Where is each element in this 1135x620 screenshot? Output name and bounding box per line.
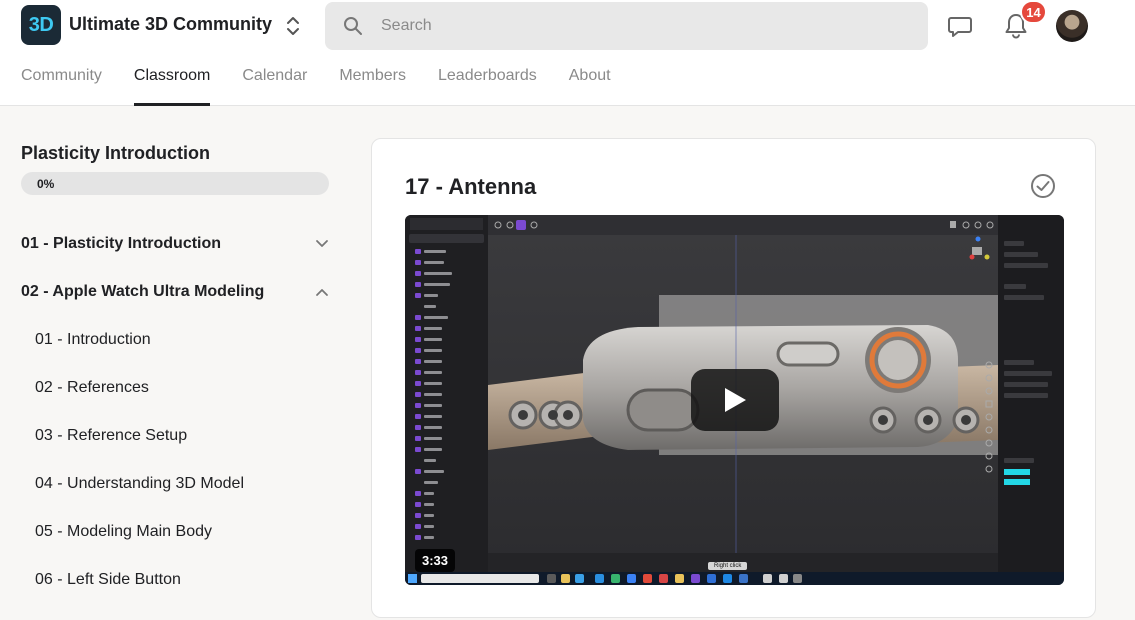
chat-bubble-icon[interactable] — [947, 13, 973, 39]
course-title: Plasticity Introduction — [21, 143, 211, 163]
top-header: 3D Ultimate 3D Community 14 Community Cl… — [0, 0, 1135, 106]
video-duration: 3:33 — [415, 549, 456, 572]
lesson-item-introduction[interactable]: 01 - Introduction — [35, 331, 151, 349]
module-apple-watch-ultra-modeling[interactable]: 02 - Apple Watch Ultra Modeling — [21, 277, 329, 307]
tab-classroom[interactable]: Classroom — [133, 66, 211, 106]
tab-about[interactable]: About — [569, 66, 611, 106]
community-name[interactable]: Ultimate 3D Community — [69, 14, 272, 35]
chevron-up-down-icon — [287, 17, 299, 35]
lesson-item-modeling-main-body[interactable]: 05 - Modeling Main Body — [35, 523, 212, 541]
notification-badge: 14 — [1020, 0, 1047, 24]
community-logo[interactable]: 3D — [21, 5, 61, 45]
play-icon — [725, 388, 746, 412]
course-progress-bar: 0% — [21, 172, 329, 195]
course-sidebar: Plasticity Introduction 0% 01 - Plastici… — [0, 106, 350, 620]
tab-leaderboards[interactable]: Leaderboards — [438, 66, 537, 106]
lesson-item-references[interactable]: 02 - References — [35, 379, 149, 397]
logo-text: 3D — [28, 13, 54, 36]
tab-community[interactable]: Community — [21, 66, 102, 106]
search-input[interactable] — [381, 17, 901, 35]
video-toolbar — [488, 215, 998, 235]
chevron-down-icon — [316, 240, 328, 247]
lesson-item-reference-setup[interactable]: 03 - Reference Setup — [35, 427, 187, 445]
video-player[interactable]: 3:33 Right click — [405, 215, 1064, 585]
user-avatar[interactable] — [1056, 10, 1088, 42]
tab-members[interactable]: Members — [339, 66, 406, 106]
main-nav: Community Classroom Calendar Members Lea… — [21, 66, 643, 106]
lesson-card: 17 - Antenna 3:33 Right click — [371, 138, 1096, 618]
lesson-title: 17 - Antenna — [405, 174, 537, 199]
progress-text: 0% — [37, 177, 55, 191]
lesson-item-understanding-3d-model[interactable]: 04 - Understanding 3D Model — [35, 475, 244, 493]
module-label: 01 - Plasticity Introduction — [21, 235, 222, 252]
right-click-hint: Right click — [708, 562, 748, 570]
toolbar-icons — [494, 220, 994, 230]
video-taskbar — [405, 572, 1064, 585]
chevron-up-icon — [316, 289, 328, 296]
community-switcher-button[interactable] — [283, 14, 303, 38]
search-icon — [344, 17, 362, 35]
module-plasticity-introduction[interactable]: 01 - Plasticity Introduction — [21, 229, 329, 259]
play-button[interactable] — [691, 369, 779, 431]
video-properties-panel — [998, 215, 1064, 572]
tab-calendar[interactable]: Calendar — [242, 66, 307, 106]
video-outliner-panel — [405, 215, 488, 572]
check-circle-icon[interactable] — [1030, 173, 1056, 199]
search-bar[interactable] — [325, 2, 928, 50]
module-label: 02 - Apple Watch Ultra Modeling — [21, 283, 265, 300]
lesson-item-left-side-button[interactable]: 06 - Left Side Button — [35, 571, 181, 589]
